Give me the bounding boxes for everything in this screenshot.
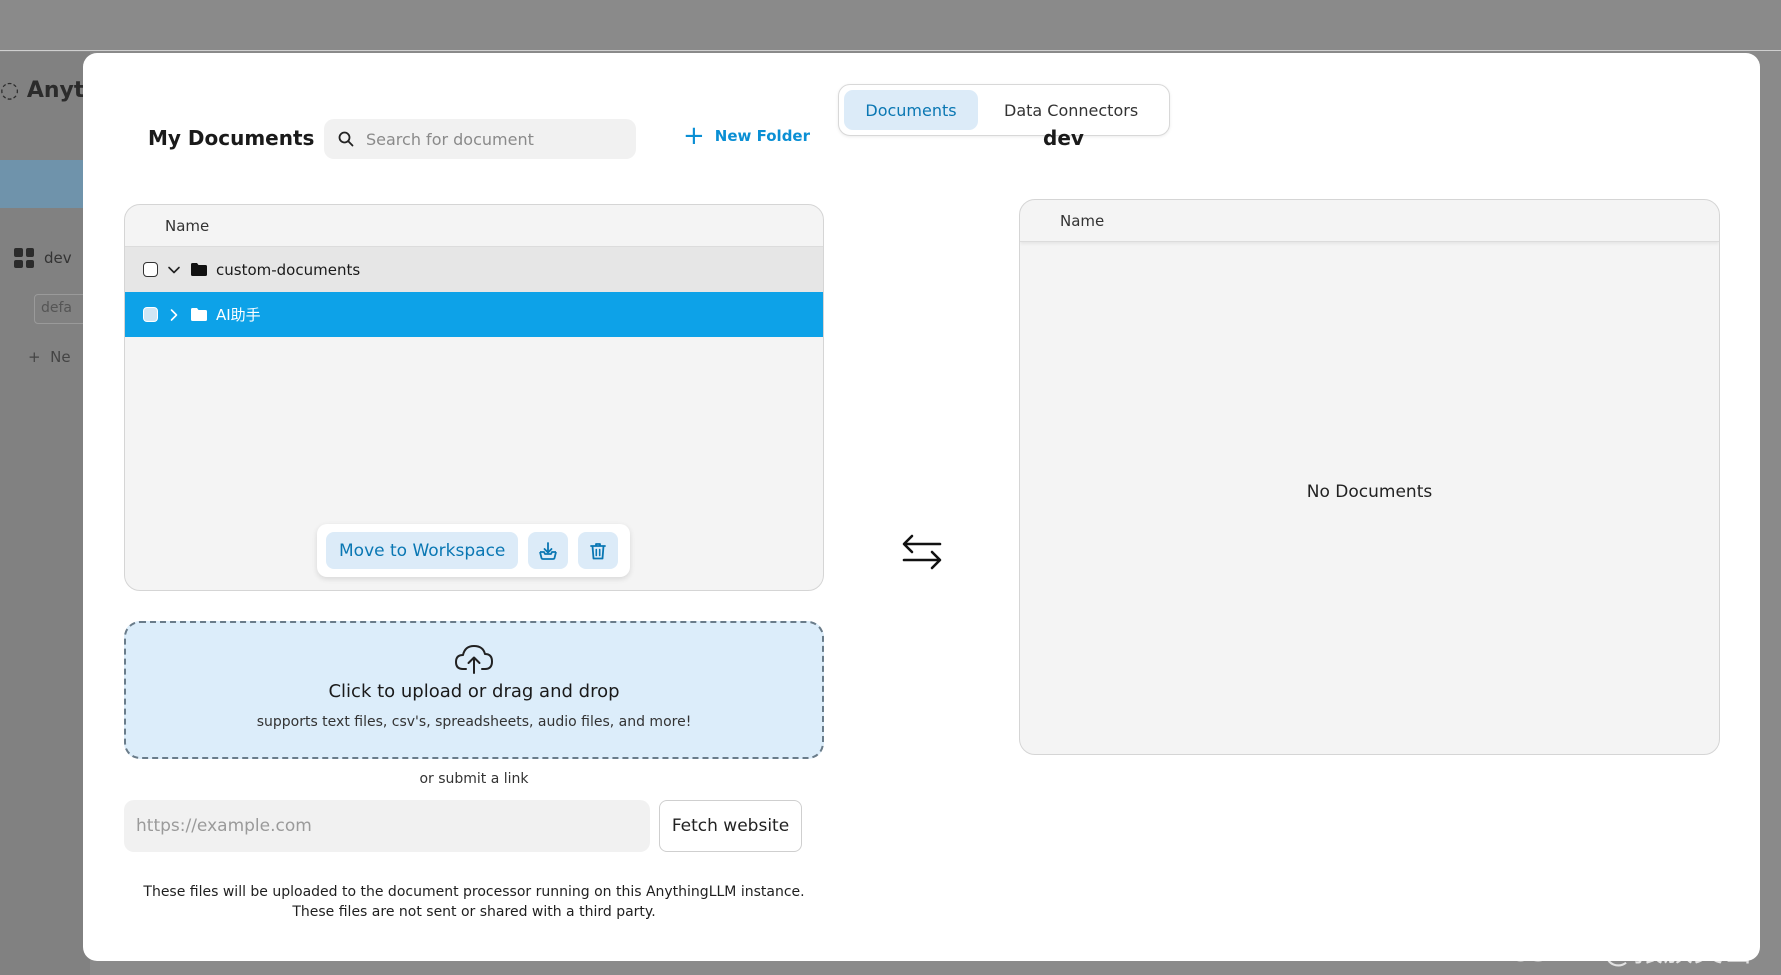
background-band [0, 160, 90, 208]
trash-icon [590, 542, 607, 559]
move-to-workspace-button[interactable]: Move to Workspace [326, 532, 519, 569]
background-new-item: + Ne [28, 348, 71, 366]
background-input: defa [34, 294, 90, 324]
swap-arrows-icon [900, 530, 944, 578]
table-header: Name [125, 205, 823, 247]
background-logo: ◌ Anyt [0, 78, 85, 103]
folder-name: custom-documents [216, 260, 361, 279]
tab-switcher: Documents Data Connectors [838, 84, 1170, 136]
upload-title: Click to upload or drag and drop [328, 681, 620, 702]
document-search[interactable] [324, 119, 636, 159]
my-documents-title: My Documents [148, 126, 315, 150]
background-workspace-label: dev [44, 249, 72, 267]
folder-name: AI助手 [216, 306, 261, 324]
column-name-header: Name [1060, 211, 1105, 230]
workspace-documents-table: Name No Documents [1019, 199, 1720, 755]
upload-dropzone[interactable]: Click to upload or drag and drop support… [124, 621, 824, 759]
row-checkbox[interactable] [143, 307, 158, 322]
plus-icon: + [683, 121, 705, 151]
folder-row-ai-assistant[interactable]: AI助手 [125, 292, 823, 337]
upload-subtitle: supports text files, csv's, spreadsheets… [256, 714, 692, 730]
background-divider [0, 50, 1781, 51]
chevron-right-icon[interactable] [166, 308, 182, 322]
folder-icon [190, 307, 208, 322]
fetch-website-button[interactable]: Fetch website [659, 800, 802, 852]
upload-disclaimer: These files will be uploaded to the docu… [124, 882, 824, 922]
new-folder-label: New Folder [714, 127, 810, 145]
download-button[interactable] [528, 532, 569, 569]
disclaimer-line-1: These files will be uploaded to the docu… [143, 884, 805, 900]
folder-icon [190, 262, 208, 277]
url-input[interactable] [124, 800, 650, 852]
row-checkbox[interactable] [143, 262, 158, 277]
search-input[interactable] [366, 129, 616, 149]
download-tray-icon [539, 541, 558, 560]
folder-row-custom-documents[interactable]: custom-documents [125, 247, 823, 292]
column-name-header: Name [165, 216, 210, 235]
search-icon [338, 131, 354, 147]
chevron-down-icon[interactable] [166, 263, 182, 277]
disclaimer-line-2: These files are not sent or shared with … [292, 904, 656, 920]
table-header: Name [1020, 200, 1719, 242]
or-submit-link-label: or submit a link [419, 771, 529, 787]
selection-action-bar: Move to Workspace [317, 524, 630, 577]
watermark: CSDN @猿族突击 [1508, 934, 1754, 969]
tab-data-connectors[interactable]: Data Connectors [984, 90, 1158, 130]
delete-button[interactable] [578, 532, 619, 569]
empty-state-text: No Documents [1306, 482, 1433, 502]
cloud-upload-icon [455, 645, 493, 674]
grid-icon [14, 248, 34, 268]
new-folder-button[interactable]: + New Folder [683, 121, 810, 151]
tab-documents[interactable]: Documents [844, 90, 978, 130]
background-workspace-item: dev [14, 248, 72, 268]
workspace-title: dev [1043, 126, 1084, 150]
